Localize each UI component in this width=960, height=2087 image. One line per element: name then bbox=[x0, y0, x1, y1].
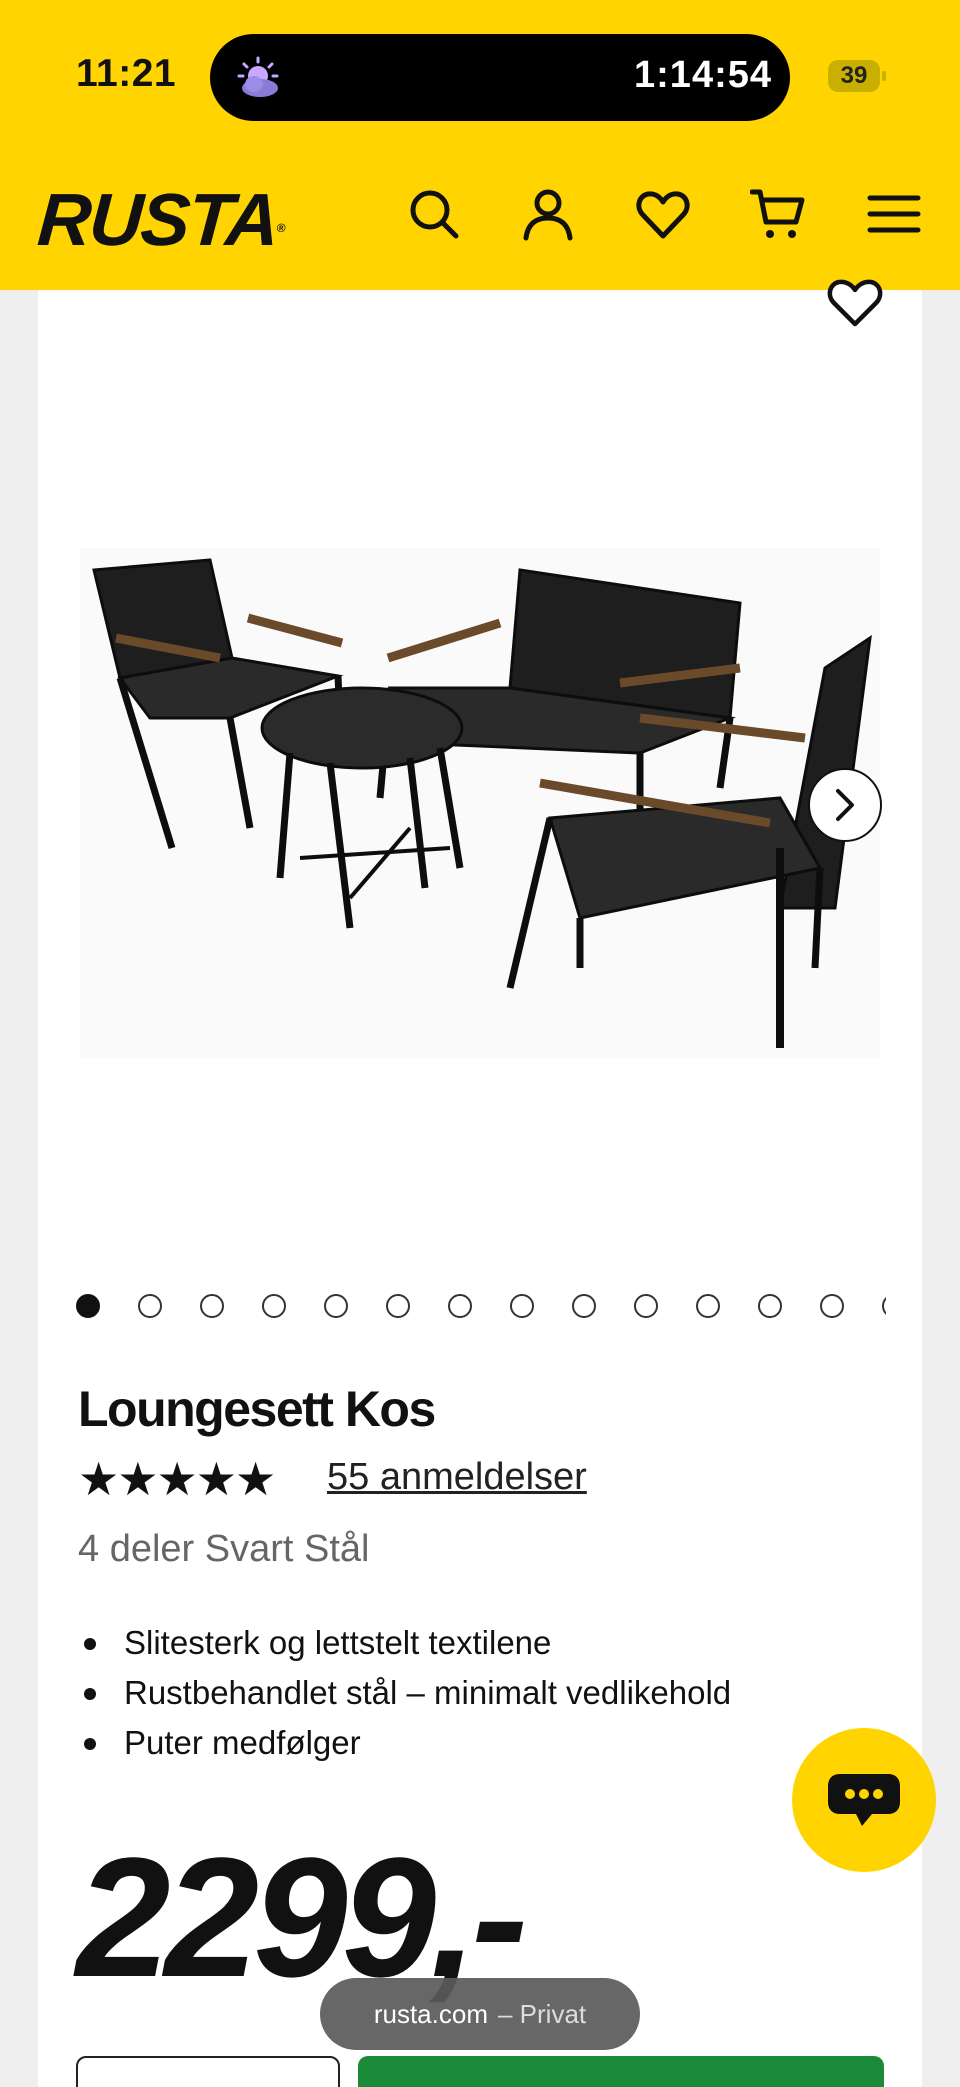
gallery-dot[interactable] bbox=[448, 1294, 472, 1318]
product-title: Loungesett Kos bbox=[78, 1381, 436, 1437]
top-bar: 11:21 1:14:54 39 RUSTA® bbox=[0, 0, 960, 290]
reviews-link[interactable]: 55 anmeldelser bbox=[327, 1456, 587, 1499]
gallery-dots bbox=[76, 1294, 886, 1318]
rating-stars: ★★★★★ bbox=[78, 1453, 276, 1505]
weather-icon bbox=[237, 56, 279, 97]
dynamic-island: 1:14:54 bbox=[210, 34, 790, 121]
gallery-dot[interactable] bbox=[262, 1294, 286, 1318]
gallery-dot[interactable] bbox=[510, 1294, 534, 1318]
gallery-dot[interactable] bbox=[138, 1294, 162, 1318]
gallery-dot[interactable] bbox=[696, 1294, 720, 1318]
browser-url-pill[interactable]: rusta.com – Privat bbox=[320, 1978, 640, 2050]
live-timer: 1:14:54 bbox=[634, 54, 772, 96]
chat-button[interactable] bbox=[792, 1728, 936, 1872]
gallery-next-button[interactable] bbox=[808, 768, 882, 842]
cart-icon[interactable] bbox=[750, 186, 806, 242]
menu-icon[interactable] bbox=[866, 186, 922, 242]
rusta-logo[interactable]: RUSTA® bbox=[35, 178, 287, 261]
feature-list: Slitesterk og lettstelt textilene Rustbe… bbox=[78, 1618, 731, 1768]
feature-item: Slitesterk og lettstelt textilene bbox=[78, 1618, 731, 1668]
product-subtitle: 4 deler Svart Stål bbox=[78, 1528, 370, 1570]
account-icon[interactable] bbox=[520, 186, 576, 242]
gallery-dot[interactable] bbox=[76, 1294, 100, 1318]
gallery-dot[interactable] bbox=[634, 1294, 658, 1318]
gallery-dot[interactable] bbox=[882, 1294, 886, 1318]
add-to-cart-button[interactable] bbox=[358, 2056, 884, 2087]
feature-item: Puter medfølger bbox=[78, 1718, 731, 1768]
gallery-dot[interactable] bbox=[820, 1294, 844, 1318]
logo-text: RUSTA bbox=[35, 178, 281, 261]
gallery-dot[interactable] bbox=[324, 1294, 348, 1318]
quantity-stepper[interactable] bbox=[76, 2056, 340, 2087]
chat-bubble-icon bbox=[828, 1774, 900, 1826]
heart-icon[interactable] bbox=[635, 186, 691, 242]
feature-item: Rustbehandlet stål – minimalt vedlikehol… bbox=[78, 1668, 731, 1718]
status-time: 11:21 bbox=[76, 52, 177, 95]
private-mode-label: – Privat bbox=[498, 1998, 587, 2029]
url-domain: rusta.com bbox=[373, 1998, 488, 2029]
product-image[interactable] bbox=[80, 548, 880, 1058]
gallery-dot[interactable] bbox=[572, 1294, 596, 1318]
chevron-right-icon bbox=[836, 789, 854, 821]
battery-indicator: 39 bbox=[828, 60, 886, 92]
gallery-dot[interactable] bbox=[758, 1294, 782, 1318]
gallery-dot[interactable] bbox=[200, 1294, 224, 1318]
search-icon[interactable] bbox=[406, 186, 462, 242]
gallery-dot[interactable] bbox=[386, 1294, 410, 1318]
favorite-heart-icon[interactable] bbox=[826, 278, 884, 328]
